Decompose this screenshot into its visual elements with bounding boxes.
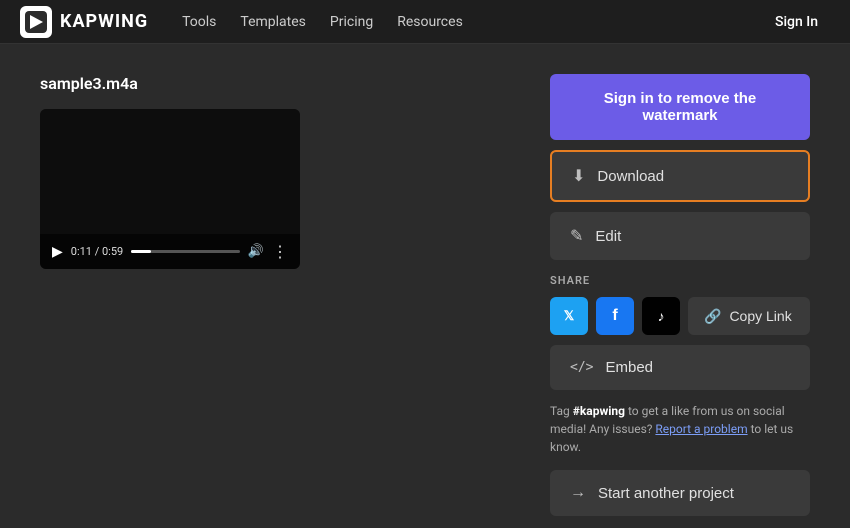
download-icon: ⬇ <box>572 166 585 186</box>
logo-area: KAPWING <box>20 6 148 38</box>
link-icon: 🔗 <box>704 308 721 325</box>
copy-link-button[interactable]: 🔗 Copy Link <box>688 297 810 335</box>
remove-watermark-button[interactable]: Sign in to remove the watermark <box>550 74 810 140</box>
tiktok-icon: ♪ <box>658 308 665 324</box>
sign-in-button[interactable]: Sign In <box>763 8 830 36</box>
edit-button[interactable]: ✎ Edit <box>550 212 810 260</box>
header: KAPWING Tools Templates Pricing Resource… <box>0 0 850 44</box>
start-another-project-button[interactable]: → Start another project <box>550 470 810 516</box>
tag-text: Tag #kapwing to get a like from us on so… <box>550 402 810 456</box>
progress-bar[interactable] <box>131 250 240 253</box>
nav-resources[interactable]: Resources <box>387 8 473 36</box>
play-button[interactable]: ▶ <box>52 244 63 260</box>
share-row: 𝕏 f ♪ 🔗 Copy Link <box>550 297 810 335</box>
logo-icon <box>20 6 52 38</box>
video-container: ▶ 0:11 / 0:59 🔊 ⋮ <box>40 109 300 269</box>
nav: Tools Templates Pricing Resources <box>172 8 763 36</box>
tiktok-share-button[interactable]: ♪ <box>642 297 680 335</box>
download-button[interactable]: ⬇ Download <box>550 150 810 202</box>
twitter-share-button[interactable]: 𝕏 <box>550 297 588 335</box>
video-controls: ▶ 0:11 / 0:59 🔊 ⋮ <box>40 234 300 269</box>
twitter-icon: 𝕏 <box>564 308 574 324</box>
share-label: SHARE <box>550 274 810 287</box>
embed-button[interactable]: </> Embed <box>550 345 810 390</box>
video-inner <box>40 109 300 234</box>
report-problem-link[interactable]: Report a problem <box>655 422 747 436</box>
more-button[interactable]: ⋮ <box>272 242 288 261</box>
progress-fill <box>131 250 151 253</box>
left-panel: sample3.m4a ▶ 0:11 / 0:59 🔊 ⋮ <box>40 74 510 498</box>
arrow-icon: → <box>570 484 586 502</box>
right-panel: Sign in to remove the watermark ⬇ Downlo… <box>550 74 810 498</box>
nav-tools[interactable]: Tools <box>172 8 226 36</box>
main-content: sample3.m4a ▶ 0:11 / 0:59 🔊 ⋮ Sign in to… <box>0 44 850 528</box>
code-icon: </> <box>570 360 593 375</box>
edit-icon: ✎ <box>570 226 583 246</box>
volume-icon[interactable]: 🔊 <box>248 244 264 259</box>
time-display: 0:11 / 0:59 <box>71 245 123 258</box>
project-title: sample3.m4a <box>40 74 510 93</box>
nav-pricing[interactable]: Pricing <box>320 8 383 36</box>
facebook-icon: f <box>612 307 617 325</box>
facebook-share-button[interactable]: f <box>596 297 634 335</box>
nav-templates[interactable]: Templates <box>230 8 316 36</box>
logo-text: KAPWING <box>60 11 148 32</box>
